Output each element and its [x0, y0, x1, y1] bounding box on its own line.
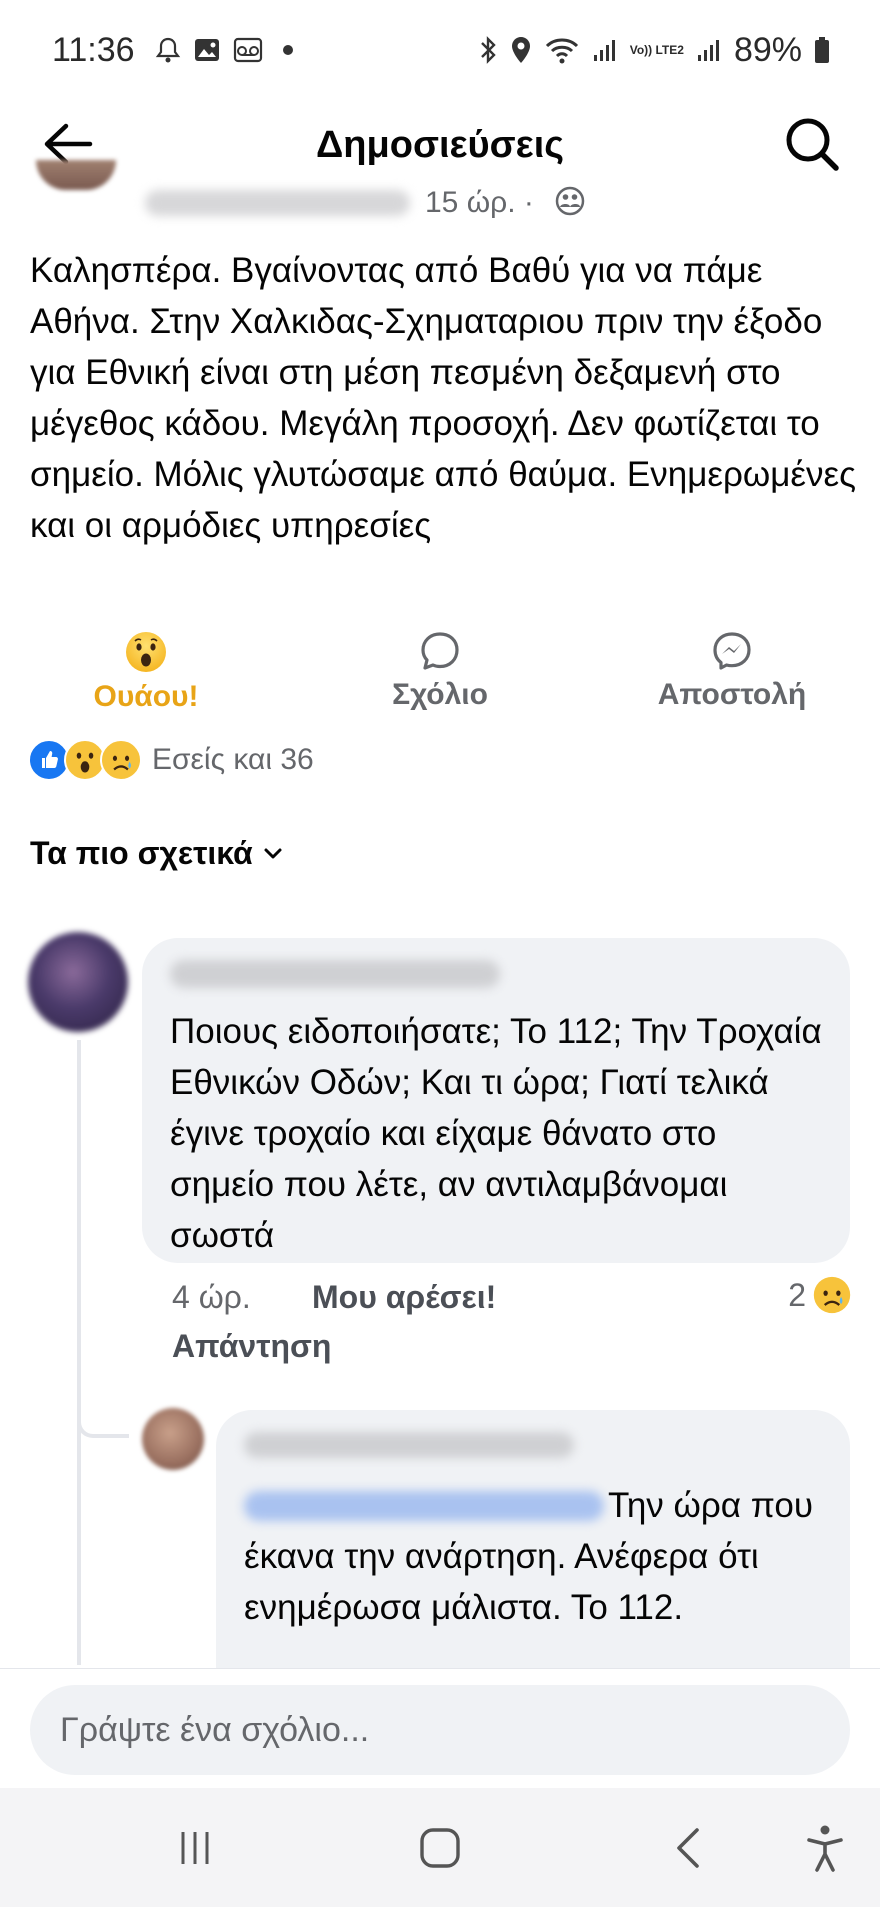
sad-reaction-icon: [813, 1276, 851, 1314]
reactions-count-text: Εσείς και 36: [152, 743, 314, 776]
recents-icon: [181, 1832, 209, 1864]
page-title: Δημοσιεύσεις: [315, 123, 565, 166]
wow-label: Ουάου!: [93, 680, 199, 713]
comment-reply-button[interactable]: Απάντηση: [172, 1328, 331, 1365]
status-time: 11:36: [52, 30, 135, 69]
status-right: Vo)) LTE2 89%: [478, 31, 830, 70]
recents-button[interactable]: [160, 1818, 230, 1878]
status-bar: 11:36 Vo)) LTE2 89%: [0, 0, 880, 100]
home-icon: [420, 1828, 460, 1868]
comment-composer-area: Γράψτε ένα σχόλιο...: [0, 1668, 880, 1788]
battery-icon: [814, 36, 830, 64]
nav-back-icon: [677, 1828, 699, 1868]
comment-like-button[interactable]: Μου αρέσει!: [312, 1279, 496, 1316]
commenter-name-redacted[interactable]: [170, 960, 500, 988]
comment-label: Σχόλιο: [392, 678, 488, 711]
sort-label: Τα πιο σχετικά: [30, 835, 253, 871]
comment-reaction-number: 2: [788, 1276, 806, 1313]
sad-reaction-icon: [100, 739, 142, 781]
comment-meta: 4 ώρ. Μου αρέσει! 2: [172, 1275, 852, 1325]
reply-author-name-redacted[interactable]: [244, 1432, 574, 1458]
comment-input-placeholder: Γράψτε ένα σχόλιο...: [60, 1711, 370, 1749]
app-header: Δημοσιεύσεις: [0, 100, 880, 190]
search-button[interactable]: [780, 112, 844, 176]
signal-icon: [592, 37, 618, 63]
thread-line: [77, 1040, 81, 1665]
more-notifications-dot: [282, 45, 293, 55]
comment-button[interactable]: Σχόλιο: [330, 630, 550, 712]
battery-percentage: 89%: [733, 30, 802, 69]
voicemail-icon: [233, 37, 263, 63]
comment-text: Ποιους ειδοποιήσατε; Το 112; Την Τροχαία…: [170, 1012, 822, 1255]
reply-bubble: Την ώρα που έκανα την ανάρτηση. Ανέφερα …: [216, 1410, 850, 1680]
post-time[interactable]: 15 ώρ. ·: [425, 186, 534, 220]
system-back-button[interactable]: [653, 1818, 723, 1878]
notification-bell-icon: [155, 36, 181, 64]
send-label: Αποστολή: [657, 678, 807, 711]
comment-reaction-count[interactable]: 2: [788, 1275, 852, 1315]
post-actions: Ουάου! Σχόλιο Αποστολή: [0, 630, 880, 720]
comment-input[interactable]: Γράψτε ένα σχόλιο...: [30, 1685, 850, 1775]
system-navigation-bar: [0, 1788, 880, 1907]
accessibility-icon: [807, 1825, 843, 1872]
home-button[interactable]: [405, 1818, 475, 1878]
comment-time[interactable]: 4 ώρ.: [172, 1279, 251, 1316]
wifi-icon: [544, 35, 580, 65]
post-text: Καλησπέρα. Βγαίνοντας από Βαθύ για να πά…: [30, 251, 856, 545]
gallery-icon: [193, 37, 221, 63]
wow-emoji-icon: [126, 632, 166, 672]
post-meta: 15 ώρ. ·: [0, 160, 880, 228]
author-avatar[interactable]: [36, 160, 116, 190]
reply-text-block: Την ώρα που έκανα την ανάρτηση. Ανέφερα …: [244, 1480, 822, 1633]
author-name-redacted[interactable]: [145, 190, 410, 216]
mention-redacted[interactable]: [244, 1491, 604, 1521]
thread-branch: [77, 1420, 129, 1438]
commenter-avatar[interactable]: [28, 932, 128, 1032]
friends-audience-icon: [555, 186, 585, 221]
status-left: 11:36: [52, 31, 293, 70]
accessibility-button[interactable]: [790, 1818, 860, 1878]
search-icon: [786, 118, 839, 171]
reactions-summary[interactable]: Εσείς και 36: [28, 738, 314, 782]
location-icon: [510, 35, 532, 65]
comment-icon: [421, 632, 459, 670]
comment-bubble: Ποιους ειδοποιήσατε; Το 112; Την Τροχαία…: [142, 938, 850, 1263]
wow-reaction-button[interactable]: Ουάου!: [36, 630, 256, 714]
signal-icon-2: [696, 37, 722, 63]
reply-author-avatar[interactable]: [142, 1408, 204, 1470]
messenger-icon: [713, 632, 751, 670]
bluetooth-icon: [478, 35, 498, 65]
network-type-label: Vo)) LTE2: [629, 43, 684, 57]
send-button[interactable]: Αποστολή: [622, 630, 842, 712]
chevron-down-icon: [264, 848, 282, 858]
comment-sort-dropdown[interactable]: Τα πιο σχετικά: [30, 835, 283, 872]
